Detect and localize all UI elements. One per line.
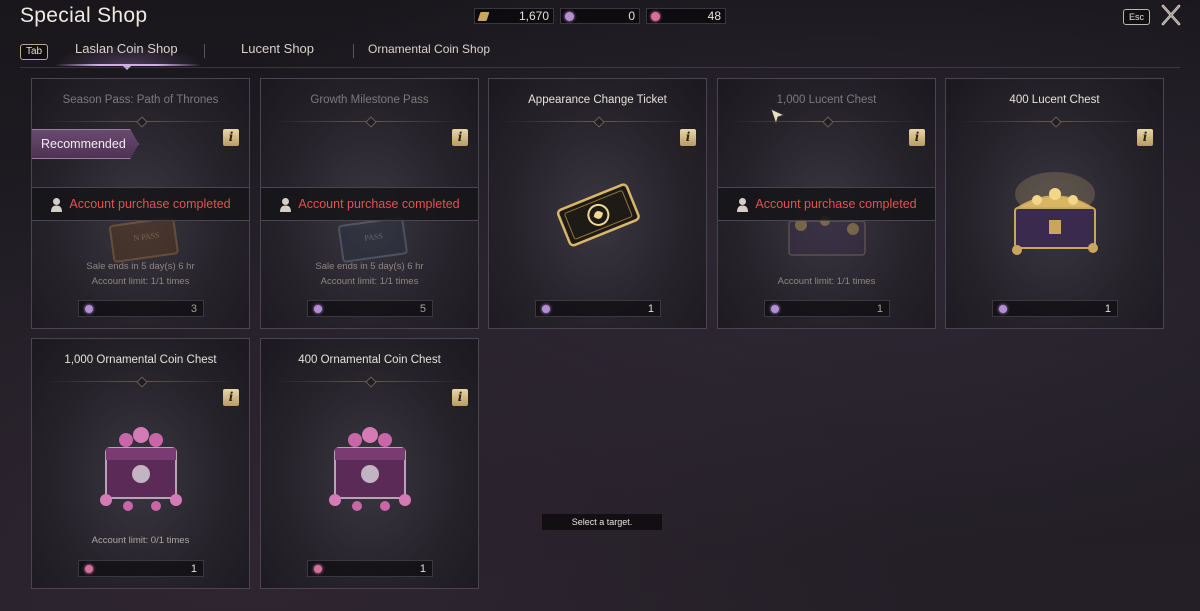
purchase-status: Account purchase completed [298, 197, 460, 211]
item-title: 1,000 Ornamental Coin Chest [64, 354, 217, 366]
currency-ornamental-value: 48 [707, 9, 721, 23]
recommended-badge: Recommended [32, 129, 139, 159]
currency-laslan: 1,670 [474, 8, 554, 24]
tab-laslan-coin-shop[interactable]: Laslan Coin Shop [75, 41, 178, 56]
ornamental-coin-icon [85, 564, 93, 573]
ornamental-coin-icon [651, 11, 660, 21]
divider [730, 121, 923, 122]
price-box: 1 [992, 300, 1118, 317]
purchase-status: Account purchase completed [755, 197, 917, 211]
lucent-icon [314, 304, 322, 313]
price-box: 1 [307, 560, 433, 577]
account-limit: Account limit: 1/1 times [777, 276, 876, 287]
lucent-icon [542, 304, 550, 313]
price-box: 3 [78, 300, 204, 317]
divider [44, 381, 237, 382]
ticket-art [489, 139, 706, 288]
currency-lucent: 0 [560, 8, 640, 24]
price-value: 5 [419, 302, 426, 315]
ornamental-chest-art [32, 399, 249, 536]
tab-separator [204, 44, 205, 58]
item-title: Appearance Change Ticket [528, 94, 667, 106]
item-title: 400 Ornamental Coin Chest [298, 354, 441, 366]
item-title: Season Pass: Path of Thrones [62, 94, 219, 106]
select-target-tooltip: Select a target. [542, 514, 662, 530]
shop-item-400-ornamental-coin-chest[interactable]: 400 Ornamental Coin Chest i 1 [260, 338, 479, 589]
close-button[interactable] [1158, 3, 1184, 27]
account-icon [51, 197, 63, 212]
divider [44, 121, 237, 122]
ornamental-coin-icon [314, 564, 322, 573]
currency-laslan-value: 1,670 [518, 9, 549, 23]
price-box: 5 [307, 300, 433, 317]
lucent-icon [771, 304, 779, 313]
divider [958, 121, 1151, 122]
tab-key-hint: Tab [20, 44, 49, 60]
currency-lucent-value: 0 [628, 9, 635, 23]
item-title: Growth Milestone Pass [310, 94, 429, 106]
tab-lucent-shop[interactable]: Lucent Shop [241, 41, 314, 56]
divider [273, 381, 466, 382]
account-limit: Account limit: 1/1 times [91, 276, 190, 287]
sale-ends: Sale ends in 5 day(s) 6 hr [315, 261, 424, 272]
account-limit: Account limit: 1/1 times [320, 276, 419, 287]
mouse-cursor-icon [770, 108, 786, 126]
price-box: 1 [764, 300, 890, 317]
price-value: 1 [1104, 302, 1111, 315]
esc-key-hint: Esc [1123, 9, 1151, 25]
shop-title: Special Shop [20, 4, 148, 27]
shop-item-growth-milestone-pass[interactable]: Growth Milestone Pass i PASS Account pur… [260, 78, 479, 329]
price-value: 1 [419, 562, 426, 575]
price-value: 1 [876, 302, 883, 315]
item-title: 400 Lucent Chest [1009, 94, 1100, 106]
lucent-icon [85, 304, 93, 313]
currency-ornamental: 48 [646, 8, 726, 24]
account-icon [280, 197, 292, 212]
shop-item-400-lucent-chest[interactable]: 400 Lucent Chest i 1 [945, 78, 1164, 329]
ornamental-chest-art [261, 399, 478, 536]
price-value: 3 [190, 302, 197, 315]
shop-item-appearance-change-ticket[interactable]: Appearance Change Ticket i 1 [488, 78, 707, 329]
item-title: 1,000 Lucent Chest [776, 94, 877, 106]
divider [501, 121, 694, 122]
sale-ends: Sale ends in 5 day(s) 6 hr [86, 261, 195, 272]
tab-ornamental-coin-shop[interactable]: Ornamental Coin Shop [368, 42, 490, 56]
price-box: 1 [535, 300, 661, 317]
lucent-chest-art [946, 139, 1163, 288]
divider [273, 121, 466, 122]
shop-item-1000-ornamental-coin-chest[interactable]: 1,000 Ornamental Coin Chest i Account li… [31, 338, 250, 589]
shop-item-season-pass[interactable]: Season Pass: Path of Thrones i N PASS Re… [31, 78, 250, 329]
laslan-coin-icon [477, 11, 490, 21]
account-icon [737, 197, 749, 212]
purchase-completed-banner: Account purchase completed [261, 187, 478, 221]
currency-bar: 1,670 0 48 [474, 8, 726, 24]
price-value: 1 [647, 302, 654, 315]
lucent-icon [565, 11, 574, 21]
shop-item-1000-lucent-chest[interactable]: 1,000 Lucent Chest i Account purchase co… [717, 78, 936, 329]
purchase-status: Account purchase completed [69, 197, 231, 211]
close-icon [1161, 4, 1181, 26]
purchase-completed-banner: Account purchase completed [718, 187, 935, 221]
price-box: 1 [78, 560, 204, 577]
price-value: 1 [190, 562, 197, 575]
header-divider [20, 67, 1180, 68]
tab-separator [353, 44, 354, 58]
account-limit: Account limit: 0/1 times [91, 535, 190, 546]
purchase-completed-banner: Account purchase completed [32, 187, 249, 221]
lucent-icon [999, 304, 1007, 313]
